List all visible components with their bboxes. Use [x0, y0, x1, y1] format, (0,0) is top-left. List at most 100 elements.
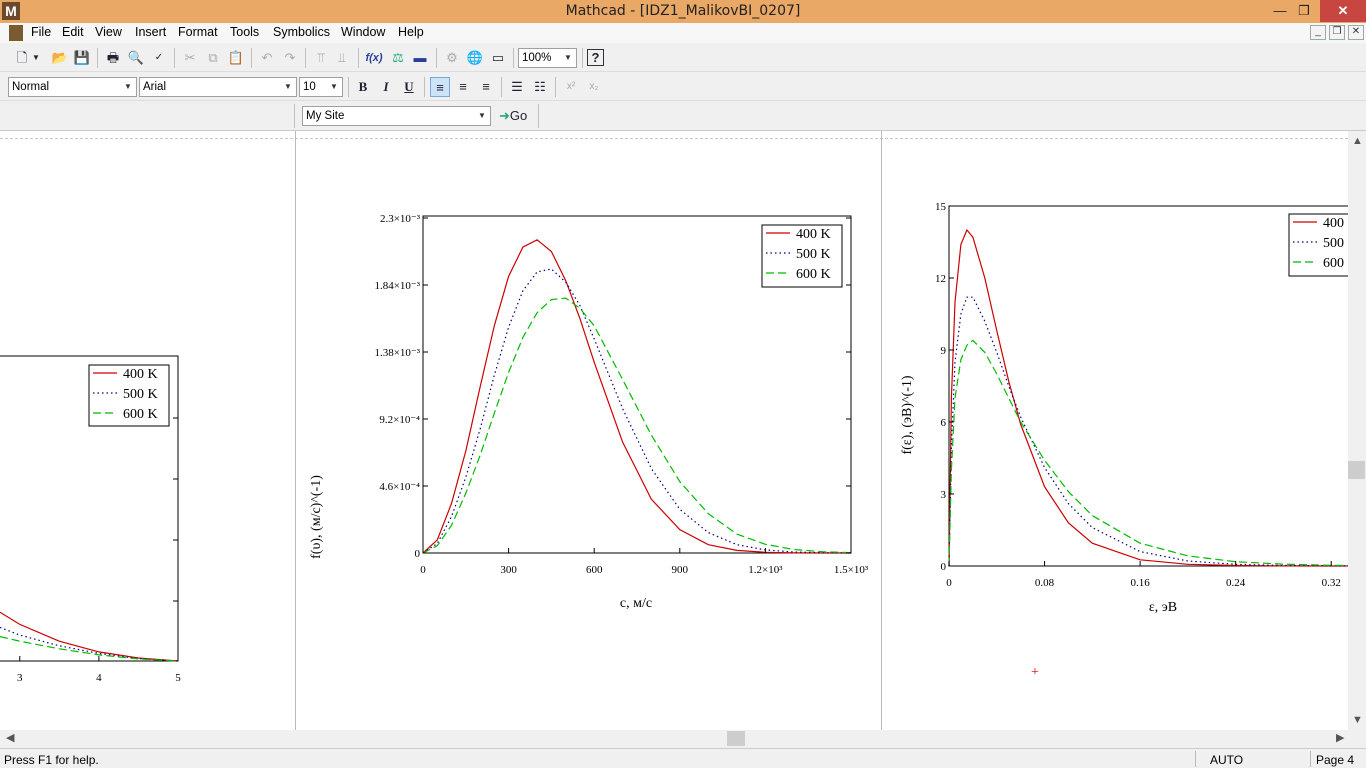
align-top-icon[interactable]: ⫪ [311, 48, 331, 68]
spell-check-icon[interactable]: ✓ [149, 48, 169, 68]
align-left-icon[interactable]: ≡ [430, 77, 450, 97]
chevron-down-icon: ▼ [124, 82, 132, 91]
calculate-icon[interactable]: ▬ [410, 48, 430, 68]
insert-region-icon[interactable]: ▭ [488, 48, 508, 68]
scroll-down-icon[interactable]: ▼ [1352, 714, 1363, 726]
calc-mode-indicator: AUTO [1210, 753, 1244, 767]
subscript-button[interactable]: x₂ [584, 77, 604, 97]
x-tick-label: 0.08 [1035, 577, 1055, 589]
formatting-toolbar: Normal ▼ Arial ▼ 10 ▼ B I U ≡ ≡ ≡ ☰ ☷ x²… [0, 72, 1366, 101]
y-tick-label: 4.6×10⁻⁴ [379, 481, 420, 493]
go-button[interactable]: ➜Go [499, 106, 533, 126]
series-line-3 [948, 339, 1348, 567]
series-line-2 [0, 626, 179, 662]
help-icon[interactable]: ? [587, 49, 604, 66]
menu-format[interactable]: Format [178, 25, 218, 39]
legend-label: 500 K [1323, 236, 1348, 251]
insert-function-icon[interactable]: f(x) [364, 48, 384, 68]
vertical-scrollbar[interactable]: ▲ ▼ [1348, 131, 1366, 730]
scroll-left-icon[interactable]: ◀ [6, 731, 14, 744]
maximize-button[interactable]: ❐ [1290, 0, 1318, 22]
scroll-right-icon[interactable]: ▶ [1336, 731, 1344, 744]
resource-center-icon[interactable]: 🌐 [465, 48, 485, 68]
x-tick-label: 0.32 [1322, 577, 1341, 589]
x-tick-label: 300 [500, 564, 517, 576]
y-tick-label: 1.84×10⁻³ [374, 280, 420, 292]
horizontal-scrollbar[interactable]: ◀ ▶ [0, 730, 1366, 747]
plot-energy-distribution[interactable]: 0 0.08 0.16 0.24 0.32 0 3 6 9 12 15 400 K 500 K 600 … [900, 201, 1348, 615]
style-select[interactable]: Normal ▼ [8, 77, 137, 97]
x-tick-label: 1.5×10³ [834, 564, 869, 576]
menu-file[interactable]: File [31, 25, 51, 39]
align-bottom-icon[interactable]: ⫫ [332, 48, 352, 68]
vertical-scroll-thumb[interactable] [1348, 461, 1365, 479]
new-document-icon[interactable]: 🗋 [12, 48, 32, 68]
x-axis-label: c, м/с [620, 596, 652, 611]
font-size-select[interactable]: 10 ▼ [299, 77, 343, 97]
standard-toolbar: 🗋 ▼ 📂 💾 🖶 🔍 ✓ ✂ ⧉ 📋 ↶ ↷ ⫪ ⫫ f(x) ⚖ ▬ ⚙ 🌐… [0, 43, 1366, 72]
x-tick-label: 4 [96, 672, 102, 684]
y-tick-label: 2.3×10⁻³ [380, 213, 421, 225]
go-label: Go [509, 108, 528, 123]
document-icon[interactable] [9, 25, 23, 41]
redo-icon[interactable]: ↷ [280, 48, 300, 68]
superscript-button[interactable]: x² [561, 77, 581, 97]
doc-close-button[interactable]: ✕ [1348, 25, 1364, 40]
menu-tools[interactable]: Tools [230, 25, 259, 39]
save-icon[interactable]: 💾 [72, 48, 92, 68]
italic-button[interactable]: I [376, 77, 396, 97]
undo-icon[interactable]: ↶ [257, 48, 277, 68]
plots-canvas: 345 400 K500 K600 K 0 300 600 900 1.2×10³ 1.5… [0, 201, 1348, 684]
open-folder-icon[interactable]: 📂 [50, 48, 70, 68]
doc-minimize-button[interactable]: _ [1310, 25, 1326, 40]
insert-unit-icon[interactable]: ⚖ [388, 48, 408, 68]
scroll-up-icon[interactable]: ▲ [1352, 135, 1363, 147]
status-help-text: Press F1 for help. [4, 753, 99, 767]
print-icon[interactable]: 🖶 [103, 48, 123, 68]
close-button[interactable]: ✕ [1320, 0, 1366, 22]
font-value: Arial [143, 81, 167, 93]
chevron-down-icon: ▼ [330, 82, 338, 91]
plot-speed-distribution[interactable]: 0 300 600 900 1.2×10³ 1.5×10³ 0 4.6×10⁻⁴ 9.2×10⁻… [309, 213, 869, 611]
paste-icon[interactable]: 📋 [226, 48, 246, 68]
legend-label: 400 K [796, 227, 831, 242]
resources-select[interactable]: My Site ▼ [302, 106, 491, 126]
bullet-list-icon[interactable]: ☰ [507, 77, 527, 97]
menu-symbolics[interactable]: Symbolics [273, 25, 330, 39]
legend-label: 400 K [1323, 216, 1348, 231]
menu-edit[interactable]: Edit [62, 25, 84, 39]
series-line-2 [948, 296, 1348, 567]
bold-button[interactable]: B [353, 77, 373, 97]
font-select[interactable]: Arial ▼ [139, 77, 297, 97]
chevron-down-icon: ▼ [564, 53, 572, 62]
new-dropdown-icon[interactable]: ▼ [30, 48, 42, 68]
x-axis-label: ε, эВ [1149, 600, 1177, 615]
zoom-value: 100% [522, 52, 552, 64]
print-preview-icon[interactable]: 🔍 [126, 48, 146, 68]
menu-help[interactable]: Help [398, 25, 424, 39]
worksheet[interactable]: 345 400 K 500 K 600 K 0 300 600 900 1.2×10³ 1.5… [0, 131, 1348, 730]
plot-left[interactable]: 3 4 5 400 K 500 K 600 K [0, 355, 181, 684]
menu-window[interactable]: Window [341, 25, 385, 39]
copy-icon[interactable]: ⧉ [203, 48, 223, 68]
doc-restore-button[interactable]: ❐ [1329, 25, 1345, 40]
legend-label: 600 K [1323, 256, 1348, 271]
menu-view[interactable]: View [95, 25, 122, 39]
y-tick-label: 1.38×10⁻³ [374, 347, 420, 359]
window-title: Mathcad - [IDZ1_MalikovBI_0207] [565, 3, 801, 19]
align-center-icon[interactable]: ≡ [453, 77, 473, 97]
y-axis-label: f(υ), (м/с)^(-1) [309, 475, 324, 559]
underline-button[interactable]: U [399, 77, 419, 97]
series-line-3 [422, 297, 852, 554]
horizontal-scroll-thumb[interactable] [727, 731, 745, 746]
menu-insert[interactable]: Insert [135, 25, 166, 39]
component-icon[interactable]: ⚙ [442, 48, 462, 68]
align-right-icon[interactable]: ≡ [476, 77, 496, 97]
numbered-list-icon[interactable]: ☷ [530, 77, 550, 97]
go-arrow-icon: ➜ [499, 108, 510, 123]
page-indicator: Page 4 [1316, 753, 1355, 767]
legend-label: 500 K [123, 387, 158, 402]
zoom-select[interactable]: 100% ▼ [518, 48, 577, 68]
style-value: Normal [12, 81, 50, 93]
cut-icon[interactable]: ✂ [180, 48, 200, 68]
